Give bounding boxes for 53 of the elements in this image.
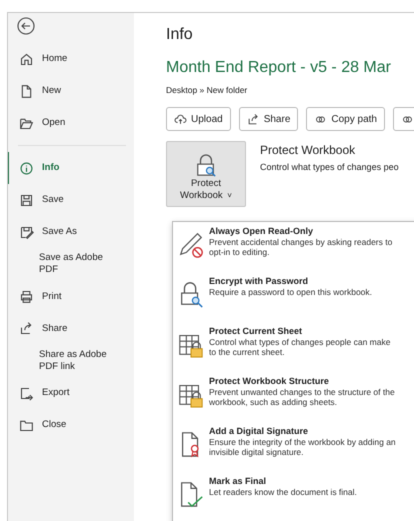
menu-item[interactable]: Add a Digital Signature Ensure the integrity of the workbook by adding an invisible digital signature. <box>177 426 414 476</box>
sidebar-item[interactable]: Home <box>8 43 134 75</box>
share-icon <box>19 321 34 336</box>
sidebar-item[interactable]: Save As <box>8 216 134 248</box>
action-button[interactable] <box>392 107 414 132</box>
back-button[interactable] <box>17 17 35 35</box>
sidebar-item[interactable]: New <box>8 75 134 107</box>
home-icon <box>19 52 34 66</box>
breadcrumb-path[interactable]: Desktop » New folder <box>166 84 248 98</box>
section-heading: Protect Workbook <box>260 142 356 160</box>
menu-item[interactable]: Encrypt with Password Require a password to open this workbook. <box>177 276 414 326</box>
menu-item-description: Control what types of changes people can make to the current sheet. <box>209 336 392 358</box>
section-description: Control what types of changes peo <box>260 161 399 174</box>
sidebar-item[interactable]: Share as Adobe PDF link <box>8 344 119 378</box>
menu-item-description: Ensure the integrity of the workbook by adding an invisible digital signature. <box>209 436 397 458</box>
menu-item-description: Let readers know the document is final. <box>209 486 358 498</box>
menu-item-description: Prevent unwanted changes to the structure of the workbook, such as adding sheets. <box>209 386 396 408</box>
protect-workbook-button[interactable]: Protect Workbook ˅ <box>166 141 246 208</box>
menu-item[interactable]: Mark as Final Let readers know the document is final. <box>177 476 414 521</box>
sidebar-item[interactable]: Save as Adobe PDF <box>8 248 119 281</box>
menu-item-title: Mark as Final <box>209 476 268 487</box>
menu-item-description: Prevent accidental changes by asking readers to opt-in to editing. <box>209 236 394 258</box>
menu-item-description: Require a password to open this workbook. <box>209 286 374 298</box>
print-icon <box>19 289 34 304</box>
lock-icon <box>195 154 217 178</box>
sidebar-item[interactable]: Export <box>8 377 134 410</box>
page-title: Info <box>166 25 194 44</box>
menu-item-title: Encrypt with Password <box>209 276 310 287</box>
menu-item-title: Always Open Read-Only <box>209 226 314 237</box>
upload-icon <box>174 112 187 126</box>
menu-item[interactable]: Protect Workbook Structure Prevent unwanted changes to the structure of the workbook, such as adding sheets. <box>177 376 414 426</box>
sidebar-item[interactable]: Open <box>8 107 134 139</box>
save-as-icon <box>19 224 34 240</box>
menu-item[interactable]: Protect Current Sheet Control what types of changes people can make to the current sheet. <box>177 326 414 376</box>
sidebar-item[interactable]: Share <box>8 312 134 345</box>
action-button[interactable]: Copy path <box>306 107 385 132</box>
share-icon <box>246 112 260 126</box>
pencil-icon <box>177 230 205 258</box>
menu-item[interactable]: Always Open Read-Only Prevent accidental changes by asking readers to opt-in to editing. <box>177 226 414 276</box>
action-button[interactable]: Share <box>238 107 298 132</box>
sidebar-item[interactable]: Save <box>8 184 134 216</box>
save-icon <box>19 192 34 208</box>
export-icon <box>19 386 34 401</box>
sidebar-item[interactable]: Close <box>8 409 134 442</box>
document-title: Month End Report - v5 - 28 Mar <box>166 58 392 78</box>
info-icon <box>19 160 34 176</box>
menu-item-title: Protect Current Sheet <box>209 326 304 337</box>
sidebar-item[interactable]: Info <box>8 152 134 184</box>
sidebar-item[interactable]: Print <box>8 280 134 313</box>
action-button[interactable]: Upload <box>166 107 231 132</box>
menu-item-title: Add a Digital Signature <box>209 426 310 437</box>
menu-item-title: Protect Workbook Structure <box>209 376 330 387</box>
document-icon <box>19 84 34 98</box>
